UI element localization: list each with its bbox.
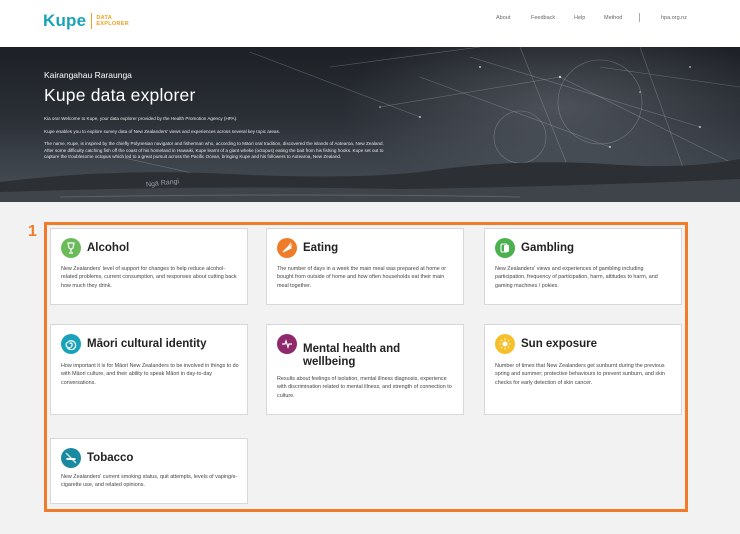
card-description: Results about feelings of isolation, men… xyxy=(277,376,452,399)
card-title: Sun exposure xyxy=(521,337,598,350)
carrot-icon xyxy=(277,238,297,258)
nav-method[interactable]: Method xyxy=(604,15,622,21)
nav-about[interactable]: About xyxy=(496,15,510,21)
hero-description: Kupe enables you to explore survey data … xyxy=(44,128,281,134)
card-title: Gambling xyxy=(521,241,575,254)
cards-icon xyxy=(495,238,515,258)
hero-eyebrow: Kairangahau Raraunga xyxy=(44,70,132,80)
topic-card-gambling[interactable]: Gambling New Zealanders' views and exper… xyxy=(484,228,682,305)
card-header: Māori cultural identity xyxy=(61,334,207,354)
nav-feedback[interactable]: Feedback xyxy=(531,15,555,21)
card-title: Alcohol xyxy=(87,241,130,254)
card-header: Sun exposure xyxy=(495,334,597,354)
heartbeat-icon xyxy=(277,334,297,354)
topic-card-tobacco[interactable]: Tobacco New Zealanders' current smoking … xyxy=(50,438,248,504)
step-marker: 1 xyxy=(28,223,37,240)
card-description: Number of times that New Zealanders get … xyxy=(495,363,665,386)
topic-card-mental-health[interactable]: Mental health and wellbeing Results abou… xyxy=(266,324,464,415)
hero-intro: Kia ora! Welcome to Kupe, your data expl… xyxy=(44,116,238,121)
card-description: New Zealanders' views and experiences of… xyxy=(495,266,658,289)
card-title: Māori cultural identity xyxy=(87,337,207,350)
glass-icon xyxy=(61,238,81,258)
card-title: Mental health and wellbeing xyxy=(303,343,401,368)
card-description: New Zealanders' level of support for cha… xyxy=(61,266,237,289)
topic-card-eating[interactable]: Eating The number of days in a week the … xyxy=(266,228,464,305)
card-title: Eating xyxy=(303,241,339,254)
hero-story: The name, Kupe, is inspired by the chief… xyxy=(44,141,384,160)
card-title: Tobacco xyxy=(87,451,134,464)
hero-content: Kairangahau Raraunga Kupe data explorer … xyxy=(44,70,384,161)
topic-card-alcohol[interactable]: Alcohol New Zealanders' level of support… xyxy=(50,228,248,305)
topic-card-sun-exposure[interactable]: Sun exposure Number of times that New Ze… xyxy=(484,324,682,415)
card-header: Gambling xyxy=(495,238,574,258)
site-header: Kupe DATA EXPLORER About Feedback Help M… xyxy=(0,0,740,47)
top-nav: About Feedback Help Method hpa.org.nz xyxy=(0,15,740,25)
card-description: How important it is for Māori New Zealan… xyxy=(61,363,239,386)
nav-help[interactable]: Help xyxy=(574,15,585,21)
card-header: Alcohol xyxy=(61,238,129,258)
topic-card-maori-cultural-identity[interactable]: Māori cultural identity How important it… xyxy=(50,324,248,415)
card-header: Eating xyxy=(277,238,338,258)
page-title: Kupe data explorer xyxy=(44,85,196,105)
no-smoking-icon xyxy=(61,448,81,468)
card-header: Tobacco xyxy=(61,448,133,468)
card-description: The number of days in a week the main me… xyxy=(277,266,446,289)
card-header: Mental health and wellbeing xyxy=(277,334,443,368)
card-description: New Zealanders' current smoking status, … xyxy=(61,474,238,489)
hero-banner: Ngā Rangi Kairangahau Raraunga Kupe data… xyxy=(0,47,740,202)
koru-icon xyxy=(61,334,81,354)
sun-icon xyxy=(495,334,515,354)
nav-divider xyxy=(639,13,640,22)
nav-hpa-link[interactable]: hpa.org.nz xyxy=(661,15,687,21)
